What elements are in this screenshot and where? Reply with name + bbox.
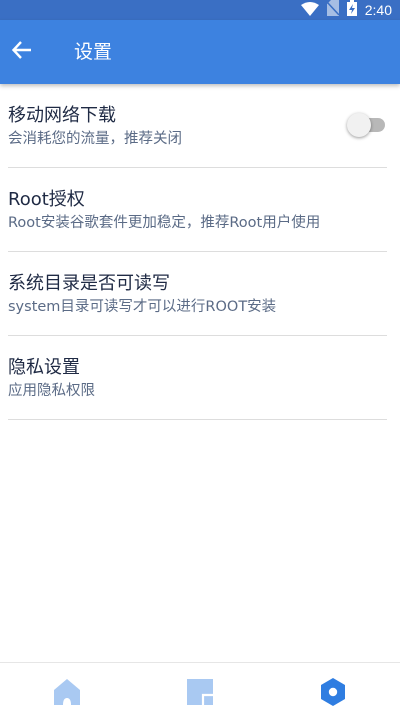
toggle-thumb bbox=[347, 113, 371, 137]
setting-root-authorization[interactable]: Root授权 Root安装谷歌套件更加稳定，推荐Root用户使用 bbox=[8, 168, 387, 252]
setting-description: system目录可读写才可以进行ROOT安装 bbox=[8, 299, 277, 315]
home-icon bbox=[52, 678, 82, 710]
setting-mobile-download[interactable]: 移动网络下载 会消耗您的流量，推荐关闭 bbox=[8, 84, 387, 168]
setting-title: 移动网络下载 bbox=[8, 105, 116, 126]
tab-home[interactable] bbox=[0, 663, 133, 725]
setting-title: Root授权 bbox=[8, 189, 85, 210]
setting-title: 系统目录是否可读写 bbox=[8, 273, 170, 294]
wifi-icon bbox=[300, 1, 319, 20]
settings-hexagon-icon bbox=[319, 677, 347, 711]
back-button[interactable] bbox=[6, 36, 38, 68]
battery-charging-icon bbox=[346, 0, 357, 20]
status-icons: 2:40 bbox=[300, 0, 392, 20]
setting-description: 会消耗您的流量，推荐关闭 bbox=[8, 131, 182, 147]
arrow-left-icon bbox=[11, 39, 33, 65]
app-bar: 设置 bbox=[0, 20, 400, 84]
status-bar: 2:40 bbox=[0, 0, 400, 20]
setting-system-dir-rw[interactable]: 系统目录是否可读写 system目录可读写才可以进行ROOT安装 bbox=[8, 252, 387, 336]
page-title: 设置 bbox=[74, 41, 113, 63]
tab-settings[interactable] bbox=[267, 663, 400, 725]
settings-list: 移动网络下载 会消耗您的流量，推荐关闭 Root授权 Root安装谷歌套件更加稳… bbox=[0, 84, 400, 420]
setting-title: 隐私设置 bbox=[8, 357, 80, 378]
mobile-download-toggle[interactable] bbox=[347, 113, 385, 137]
setting-privacy[interactable]: 隐私设置 应用隐私权限 bbox=[8, 336, 387, 420]
setting-description: 应用隐私权限 bbox=[8, 383, 95, 399]
file-icon bbox=[186, 678, 214, 710]
tab-files[interactable] bbox=[133, 663, 266, 725]
status-time: 2:40 bbox=[364, 2, 392, 18]
bottom-nav bbox=[0, 662, 400, 725]
setting-description: Root安装谷歌套件更加稳定，推荐Root用户使用 bbox=[8, 215, 321, 231]
no-sim-icon bbox=[326, 0, 340, 20]
